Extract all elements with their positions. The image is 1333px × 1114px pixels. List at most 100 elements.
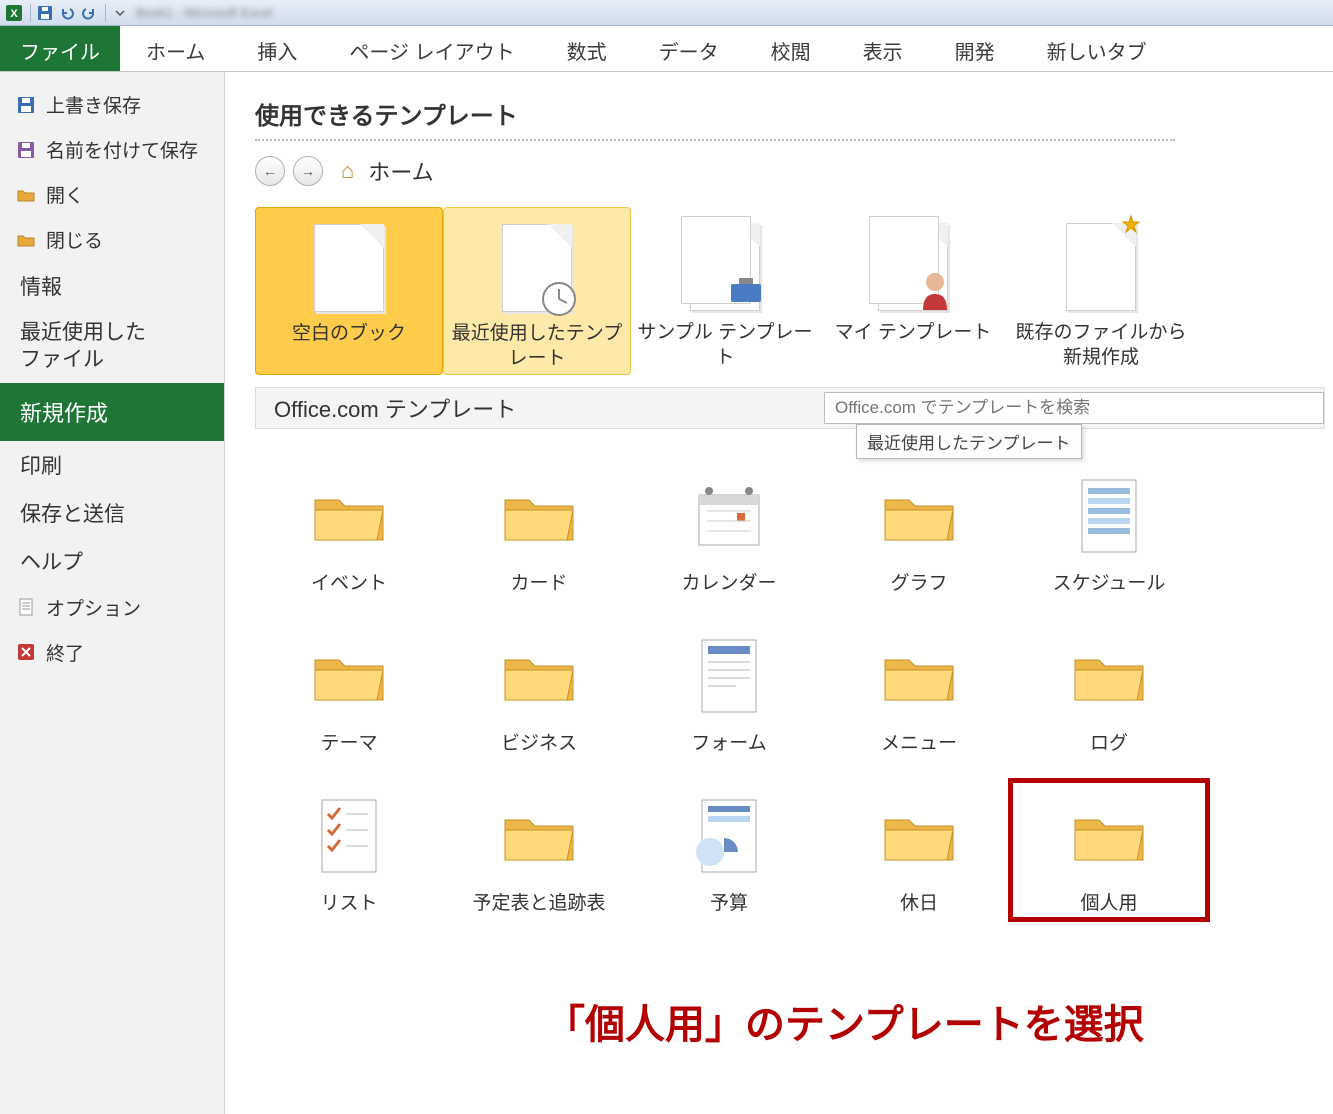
- tile-recent-templates[interactable]: 最近使用したテンプレート: [443, 207, 631, 375]
- recent-doc-icon: [487, 218, 587, 318]
- divider: [255, 139, 1175, 141]
- category-tile-2[interactable]: カレンダー: [635, 465, 823, 595]
- category-label: イベント: [311, 568, 387, 595]
- backstage-content: 使用できるテンプレート ← → ホーム 空白のブック 最近使用したテンプレート …: [225, 72, 1333, 1114]
- category-tile-13[interactable]: 休日: [825, 785, 1013, 915]
- sidebar-item-saveas[interactable]: 名前を付けて保存: [0, 127, 224, 172]
- tile-label: 空白のブック: [292, 322, 406, 347]
- undo-icon[interactable]: [57, 3, 77, 23]
- office-templates-label: Office.com テンプレート: [256, 392, 824, 424]
- tooltip: 最近使用したテンプレート: [856, 424, 1082, 459]
- exit-icon: [16, 642, 36, 662]
- category-label: カード: [510, 568, 567, 595]
- schedule-icon: [1064, 476, 1154, 556]
- breadcrumb-home[interactable]: ホーム: [368, 155, 433, 187]
- tab-formulas[interactable]: 数式: [541, 26, 633, 71]
- category-tile-14[interactable]: 個人用: [1015, 785, 1203, 915]
- backstage-sidebar: 上書き保存 名前を付けて保存 開く 閉じる 情報 最近使用した ファイル 新規作…: [0, 72, 225, 1114]
- category-tile-5[interactable]: テーマ: [255, 625, 443, 755]
- folder-icon: [1064, 636, 1154, 716]
- sidebar-label: 開く: [46, 181, 84, 208]
- budget-icon: [684, 796, 774, 876]
- sidebar-label: 上書き保存: [46, 91, 141, 118]
- options-icon: [16, 597, 36, 617]
- category-label: ログ: [1090, 728, 1128, 755]
- sidebar-item-open[interactable]: 開く: [0, 172, 224, 217]
- folder-icon: [494, 636, 584, 716]
- save-icon: [16, 95, 36, 115]
- category-label: 予算: [710, 888, 748, 915]
- tile-label: 最近使用したテンプレート: [444, 322, 630, 371]
- save-icon[interactable]: [35, 3, 55, 23]
- excel-icon: X: [4, 3, 24, 23]
- sidebar-item-exit[interactable]: 終了: [0, 630, 224, 675]
- quick-access-toolbar: X Book1 - Microsoft Excel: [0, 0, 1333, 26]
- tile-blank-workbook[interactable]: 空白のブック: [255, 207, 443, 375]
- tab-review[interactable]: 校閲: [745, 26, 837, 71]
- category-tile-1[interactable]: カード: [445, 465, 633, 595]
- sidebar-item-help[interactable]: ヘルプ: [0, 537, 224, 585]
- tab-newtab[interactable]: 新しいタブ: [1021, 26, 1173, 71]
- tab-data[interactable]: データ: [633, 26, 745, 71]
- qat-dropdown-icon[interactable]: [110, 3, 130, 23]
- category-tile-4[interactable]: スケジュール: [1015, 465, 1203, 595]
- category-tile-11[interactable]: 予定表と追跡表: [445, 785, 633, 915]
- category-tile-12[interactable]: 予算: [635, 785, 823, 915]
- form-icon: [684, 636, 774, 716]
- sidebar-item-options[interactable]: オプション: [0, 585, 224, 630]
- sidebar-item-save[interactable]: 上書き保存: [0, 82, 224, 127]
- tile-from-existing[interactable]: 既存のファイルから新規作成: [1007, 207, 1195, 375]
- category-tile-9[interactable]: ログ: [1015, 625, 1203, 755]
- sidebar-item-close[interactable]: 閉じる: [0, 217, 224, 262]
- tab-pagelayout[interactable]: ページ レイアウト: [323, 26, 540, 71]
- title-blur: Book1 - Microsoft Excel: [136, 5, 273, 20]
- category-tile-7[interactable]: フォーム: [635, 625, 823, 755]
- fromfile-doc-icon: [1051, 217, 1151, 317]
- category-tile-8[interactable]: メニュー: [825, 625, 1013, 755]
- tile-sample-templates[interactable]: サンプル テンプレート: [631, 207, 819, 375]
- category-label: カレンダー: [681, 568, 776, 595]
- sidebar-label: 終了: [46, 639, 84, 666]
- sidebar-item-new[interactable]: 新規作成: [0, 383, 224, 441]
- tab-file[interactable]: ファイル: [0, 26, 120, 71]
- instruction-annotation: 「個人用」のテンプレートを選択: [545, 992, 1144, 1050]
- sidebar-label: 閉じる: [46, 226, 103, 253]
- category-tile-6[interactable]: ビジネス: [445, 625, 633, 755]
- tab-home[interactable]: ホーム: [120, 26, 231, 71]
- category-label: 予定表と追跡表: [472, 888, 605, 915]
- tile-label: 既存のファイルから新規作成: [1007, 321, 1195, 370]
- folder-icon: [304, 476, 394, 556]
- sidebar-label: 名前を付けて保存: [46, 136, 198, 163]
- sample-doc-icon: [675, 217, 775, 317]
- category-label: ビジネス: [501, 728, 577, 755]
- tile-my-templates[interactable]: マイ テンプレート: [819, 207, 1007, 375]
- tab-insert[interactable]: 挿入: [231, 26, 323, 71]
- redo-icon[interactable]: [79, 3, 99, 23]
- template-breadcrumb: ← → ホーム: [255, 155, 1333, 187]
- section-title: 使用できるテンプレート: [255, 96, 1333, 131]
- sidebar-item-recent[interactable]: 最近使用した ファイル: [0, 310, 224, 383]
- blank-doc-icon: [299, 218, 399, 318]
- my-doc-icon: [863, 217, 963, 317]
- nav-forward-button[interactable]: →: [293, 156, 323, 186]
- sidebar-item-savesend[interactable]: 保存と送信: [0, 489, 224, 537]
- tab-developer[interactable]: 開発: [929, 26, 1021, 71]
- category-tile-0[interactable]: イベント: [255, 465, 443, 595]
- list-icon: [304, 796, 394, 876]
- svg-text:X: X: [10, 8, 18, 20]
- category-label: リスト: [320, 888, 377, 915]
- sidebar-item-print[interactable]: 印刷: [0, 441, 224, 489]
- category-tile-10[interactable]: リスト: [255, 785, 443, 915]
- sidebar-item-info[interactable]: 情報: [0, 262, 224, 310]
- ribbon-tabs: ファイル ホーム 挿入 ページ レイアウト 数式 データ 校閲 表示 開発 新し…: [0, 26, 1333, 72]
- tab-view[interactable]: 表示: [837, 26, 929, 71]
- category-tile-3[interactable]: グラフ: [825, 465, 1013, 595]
- tile-label: マイ テンプレート: [835, 321, 992, 346]
- nav-back-button[interactable]: ←: [255, 156, 285, 186]
- home-icon[interactable]: [341, 158, 354, 184]
- folder-icon: [494, 796, 584, 876]
- saveas-icon: [16, 140, 36, 160]
- template-search-input[interactable]: [824, 392, 1324, 424]
- tile-label: サンプル テンプレート: [631, 321, 819, 370]
- category-label: グラフ: [890, 568, 947, 595]
